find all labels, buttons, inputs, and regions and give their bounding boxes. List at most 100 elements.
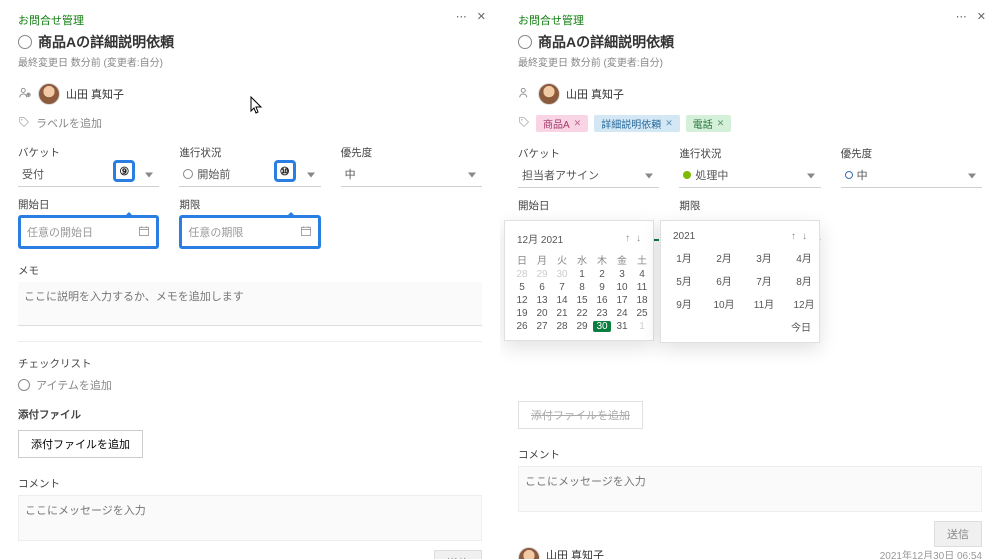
startdate-label: 開始日: [518, 198, 659, 213]
calendar-day[interactable]: 17: [613, 295, 631, 306]
calendar-day[interactable]: 28: [553, 321, 571, 332]
calendar-month[interactable]: 10月: [709, 296, 739, 311]
calendar-dow: 火: [553, 252, 571, 267]
close-icon[interactable]: ✕: [477, 10, 486, 23]
attach-button[interactable]: 添付ファイルを追加: [18, 430, 143, 458]
calendar-title[interactable]: 2021: [673, 231, 695, 242]
today-link[interactable]: 今日: [669, 319, 811, 334]
complete-radio[interactable]: [18, 35, 32, 49]
calendar-day[interactable]: 1: [573, 269, 591, 280]
tag[interactable]: 詳細説明依頼✕: [594, 115, 680, 132]
calendar-icon[interactable]: [138, 225, 150, 240]
calendar-day[interactable]: 4: [633, 269, 651, 280]
calendar-month[interactable]: 3月: [749, 250, 779, 265]
comment-textarea[interactable]: [18, 495, 482, 541]
tag[interactable]: 電話✕: [686, 115, 732, 132]
calendar-day[interactable]: 15: [573, 295, 591, 306]
calendar-day[interactable]: 28: [513, 269, 531, 280]
tag-remove-icon[interactable]: ✕: [717, 118, 725, 129]
month-calendar-popover[interactable]: 2021 ↑ ↓ 1月 2月 3月 4月 5月 6月 7月 8月 9月 10月 11月 12月 今日: [660, 220, 820, 343]
assign-icon: [18, 86, 32, 103]
calendar-day[interactable]: 27: [533, 321, 551, 332]
calendar-day[interactable]: 10: [613, 282, 631, 293]
memo-textarea[interactable]: [18, 282, 482, 326]
tag-remove-icon[interactable]: ✕: [574, 118, 582, 129]
calendar-month[interactable]: 2月: [709, 250, 739, 265]
log-author: 山田 真知子: [546, 547, 604, 559]
attach-button[interactable]: 添付ファイルを追加: [518, 401, 643, 429]
next-icon[interactable]: ↓: [802, 231, 807, 242]
send-button[interactable]: 送信: [434, 550, 482, 559]
checklist-add-radio[interactable]: [18, 379, 30, 391]
calendar-day[interactable]: 11: [633, 282, 651, 293]
more-icon[interactable]: ⋯: [956, 10, 967, 23]
calendar-day[interactable]: 8: [573, 282, 591, 293]
tag-icon: [18, 116, 30, 131]
prev-icon[interactable]: ↑: [791, 231, 796, 242]
calendar-day[interactable]: 23: [593, 308, 611, 319]
calendar-day[interactable]: 25: [633, 308, 651, 319]
calendar-day[interactable]: 9: [593, 282, 611, 293]
send-button[interactable]: 送信: [934, 521, 982, 547]
progress-select[interactable]: 処理中: [679, 164, 820, 188]
calendar-day[interactable]: 30: [593, 321, 611, 332]
calendar-day[interactable]: 7: [553, 282, 571, 293]
calendar-day[interactable]: 22: [573, 308, 591, 319]
calendar-day[interactable]: 14: [553, 295, 571, 306]
close-icon[interactable]: ✕: [977, 10, 986, 23]
startdate-input[interactable]: 任意の開始日: [21, 220, 156, 244]
calendar-month[interactable]: 6月: [709, 273, 739, 288]
calendar-title[interactable]: 12月 2021: [517, 231, 563, 246]
calendar-day[interactable]: 30: [553, 269, 571, 280]
calendar-month[interactable]: 4月: [789, 250, 819, 265]
calendar-day[interactable]: 12: [513, 295, 531, 306]
progress-label: 進行状況: [679, 146, 820, 161]
calendar-day[interactable]: 19: [513, 308, 531, 319]
tag[interactable]: 商品A✕: [536, 115, 588, 132]
bucket-select[interactable]: 担当者アサイン: [518, 164, 659, 188]
task-meta: 最終変更日 数分前 (変更者:自分): [18, 54, 482, 69]
duedate-input[interactable]: 任意の期限: [182, 220, 317, 244]
calendar-month[interactable]: 1月: [669, 250, 699, 265]
bucket-select[interactable]: 受付: [18, 163, 159, 187]
add-label-link[interactable]: ラベルを追加: [36, 115, 102, 131]
complete-radio[interactable]: [518, 35, 532, 49]
calendar-month[interactable]: 12月: [789, 296, 819, 311]
calendar-day[interactable]: 20: [533, 308, 551, 319]
tag-remove-icon[interactable]: ✕: [665, 118, 673, 129]
divider: [18, 341, 482, 342]
priority-select[interactable]: 中: [841, 164, 982, 188]
calendar-day[interactable]: 24: [613, 308, 631, 319]
calendar-day[interactable]: 1: [633, 321, 651, 332]
calendar-day[interactable]: 13: [533, 295, 551, 306]
progress-select[interactable]: 開始前: [179, 163, 320, 187]
prev-icon[interactable]: ↑: [625, 233, 630, 244]
calendar-day[interactable]: 21: [553, 308, 571, 319]
calendar-icon[interactable]: [300, 225, 312, 240]
right-pane: ⋯ ✕ お問合せ管理 商品Aの詳細説明依頼 最終変更日 数分前 (変更者:自分)…: [500, 0, 1000, 559]
startdate-callout: 任意の開始日: [18, 215, 159, 249]
startdate-label: 開始日: [18, 197, 159, 212]
calendar-day[interactable]: 16: [593, 295, 611, 306]
calendar-month[interactable]: 7月: [749, 273, 779, 288]
calendar-dow: 金: [613, 252, 631, 267]
day-calendar-popover[interactable]: 12月 2021 ↑↓ 日月火水木金土282930123456789101112…: [504, 220, 654, 341]
calendar-day[interactable]: 6: [533, 282, 551, 293]
calendar-day[interactable]: 3: [613, 269, 631, 280]
checklist-add-link[interactable]: アイテムを追加: [36, 377, 112, 393]
calendar-month[interactable]: 9月: [669, 296, 699, 311]
priority-select[interactable]: 中: [341, 163, 482, 187]
calendar-day[interactable]: 31: [613, 321, 631, 332]
calendar-day[interactable]: 29: [573, 321, 591, 332]
calendar-day[interactable]: 29: [533, 269, 551, 280]
comment-textarea[interactable]: [518, 466, 982, 512]
calendar-day[interactable]: 26: [513, 321, 531, 332]
next-icon[interactable]: ↓: [636, 233, 641, 244]
calendar-day[interactable]: 18: [633, 295, 651, 306]
calendar-month[interactable]: 11月: [749, 296, 779, 311]
calendar-month[interactable]: 8月: [789, 273, 819, 288]
calendar-month[interactable]: 5月: [669, 273, 699, 288]
more-icon[interactable]: ⋯: [456, 10, 467, 23]
calendar-day[interactable]: 2: [593, 269, 611, 280]
calendar-day[interactable]: 5: [513, 282, 531, 293]
